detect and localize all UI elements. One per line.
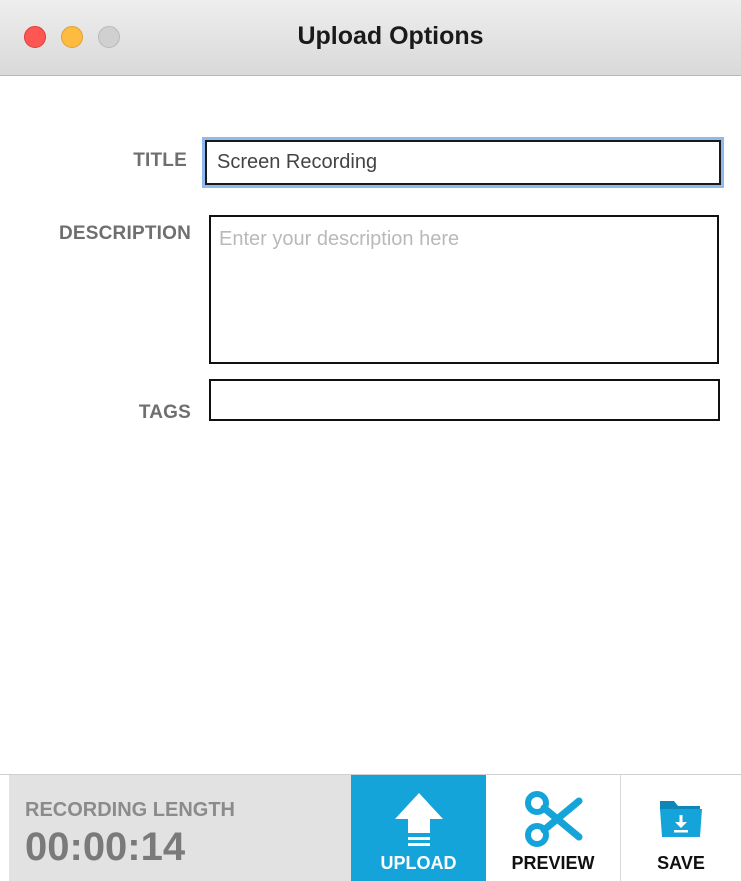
description-textarea[interactable] [209,215,719,364]
title-input[interactable] [205,140,721,185]
bottom-bar: RECORDING LENGTH 00:00:14 UPLOAD PREVIEW [0,774,741,881]
preview-button[interactable]: PREVIEW [486,775,621,881]
tags-label: TAGS [138,402,191,423]
recording-length-panel: RECORDING LENGTH 00:00:14 [9,775,351,881]
window-title: Upload Options [297,22,484,50]
folder-download-icon [660,801,702,837]
upload-options-window: Upload Options TITLE DESCRIPTION TAGS RE… [0,0,741,881]
upload-arrow-icon [394,793,443,846]
upload-button[interactable]: UPLOAD [351,775,486,881]
preview-label: PREVIEW [511,853,595,873]
title-bar[interactable]: Upload Options [0,0,741,76]
title-label: TITLE [133,150,187,171]
description-label: DESCRIPTION [58,223,191,244]
tags-input[interactable] [209,379,720,421]
recording-length-label: RECORDING LENGTH [25,799,235,821]
scissors-icon [525,791,583,847]
save-label: SAVE [657,853,705,873]
upload-label: UPLOAD [380,853,457,873]
recording-length-time: 00:00:14 [25,825,186,869]
save-button[interactable]: SAVE [621,775,741,881]
